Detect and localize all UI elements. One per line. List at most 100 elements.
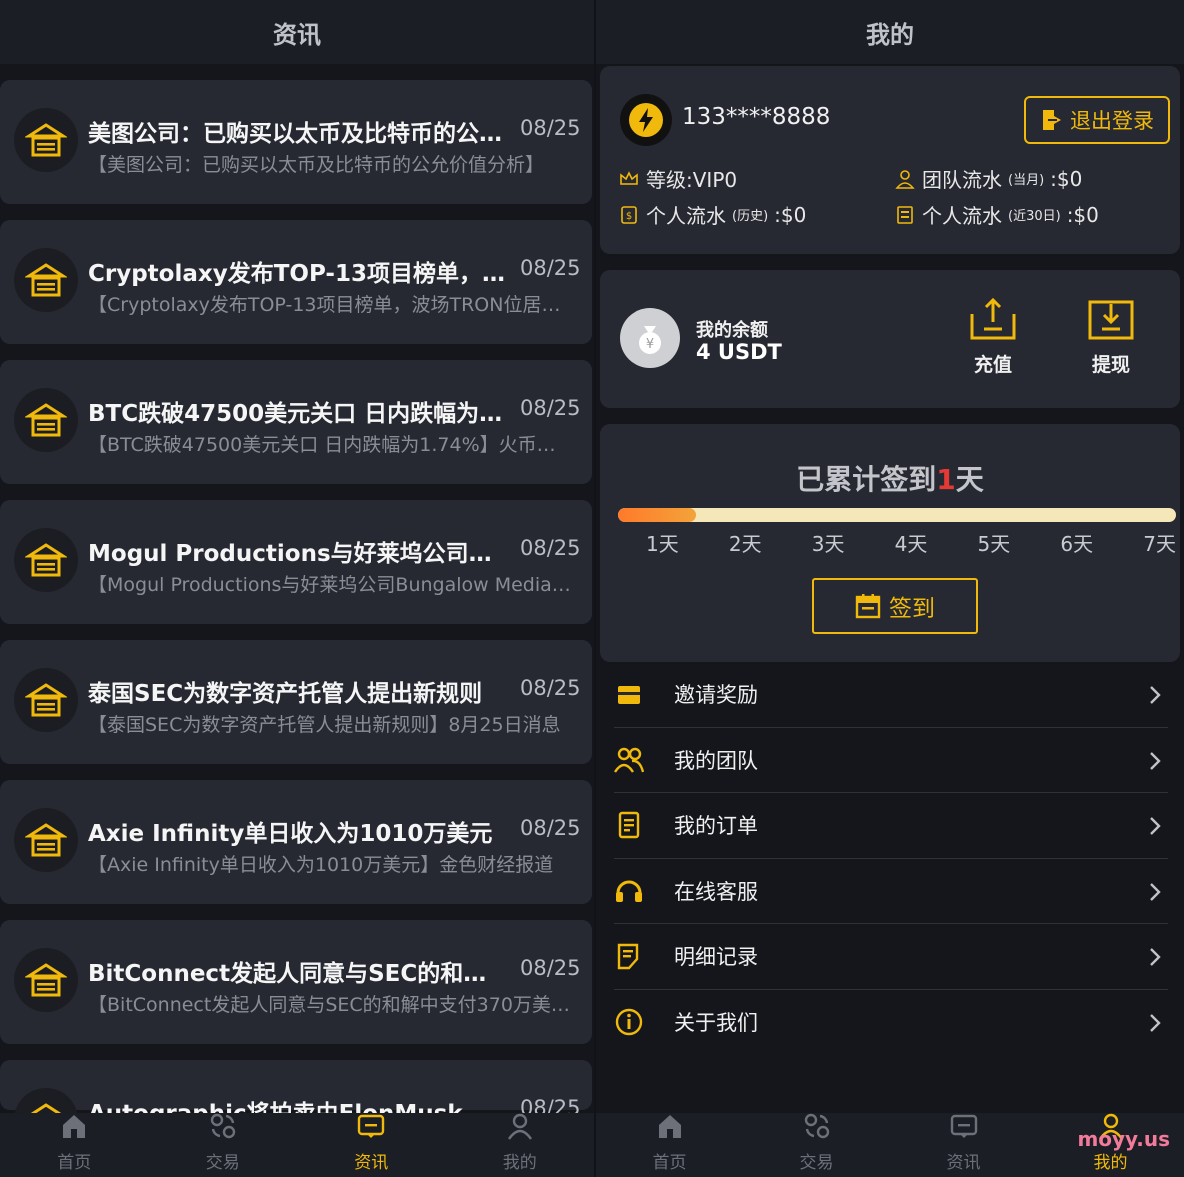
- menu-item-team[interactable]: 我的团队: [614, 728, 1168, 793]
- news-date: 08/25: [520, 256, 581, 280]
- checkin-progress-fill: [618, 508, 697, 522]
- watermark: moyy.us: [1077, 1127, 1170, 1151]
- checkin-button[interactable]: 签到: [812, 578, 978, 634]
- personal-flow-history: $ 个人流水 (历史) :$0: [618, 200, 806, 229]
- money-bag-icon: ¥: [620, 308, 680, 368]
- news-title: Axie Infinity单日收入为1010万美元: [88, 821, 493, 847]
- logout-button[interactable]: 退出登录: [1024, 96, 1170, 144]
- news-avatar-icon: [14, 248, 78, 312]
- chevron-right-icon: [1148, 946, 1162, 972]
- checkin-progress-bar: [618, 508, 1176, 522]
- news-date: 08/25: [520, 816, 581, 840]
- tab-trade[interactable]: 交易: [149, 1113, 298, 1177]
- wallet-icon: $: [621, 205, 637, 224]
- checkin-day-label: 6天: [1060, 532, 1094, 556]
- news-title: BTC跌破47500美元关口 日内跌幅为1.74%: [88, 401, 508, 427]
- menu-item-gift[interactable]: 邀请奖励: [614, 662, 1168, 728]
- news-summary: 【Axie Infinity单日收入为1010万美元】金色财经报道: [88, 854, 554, 876]
- balance-value: 4 USDT: [696, 340, 782, 364]
- trade-icon: [802, 1111, 832, 1146]
- tab-news[interactable]: 资讯: [297, 1113, 446, 1177]
- tab-home[interactable]: 首页: [0, 1113, 149, 1177]
- mine-header: 我的: [596, 0, 1184, 64]
- upload-icon: [970, 297, 1016, 340]
- download-icon: [1088, 300, 1134, 340]
- tab-label: 我的: [1093, 1153, 1128, 1173]
- tab-trade[interactable]: 交易: [743, 1113, 890, 1177]
- news-header: 资讯: [0, 0, 594, 64]
- news-avatar-icon: [14, 948, 78, 1012]
- news-date: 08/25: [520, 956, 581, 980]
- trade-icon: [208, 1111, 238, 1146]
- page-title: 资讯: [273, 20, 321, 49]
- order-icon: [614, 810, 644, 840]
- mine-screen: 我的 133****8888 退出登录 等级:VIP0 团队流水 (当月) :$…: [596, 0, 1184, 1177]
- news-summary: 【美图公司：已购买以太币及比特币的公允价值分析】: [88, 154, 545, 176]
- checkin-day-label: 2天: [728, 532, 762, 556]
- checkin-day-label: 3天: [811, 532, 845, 556]
- news-title: 美图公司：已购买以太币及比特币的公允价值: [88, 121, 508, 147]
- news-card[interactable]: BTC跌破47500美元关口 日内跌幅为1.74% 08/25 【BTC跌破4750…: [0, 360, 592, 484]
- news-screen: 资讯 美图公司：已购买以太币及比特币的公允价值 08/25 【美图公司：已购买以太币…: [0, 0, 594, 1177]
- bottom-tab-bar: 首页 交易 资讯 我的: [0, 1113, 594, 1177]
- news-card[interactable]: Cryptolaxy发布TOP-13项目榜单，波场TRON位 08/25 【Cryp…: [0, 220, 592, 344]
- menu-item-headset[interactable]: 在线客服: [614, 859, 1168, 924]
- news-avatar-icon: [14, 528, 78, 592]
- news-avatar-icon: [14, 388, 78, 452]
- news-avatar-icon: [14, 668, 78, 732]
- menu-item-label: 邀请奖励: [674, 683, 758, 708]
- menu-item-label: 我的团队: [674, 748, 758, 773]
- menu-item-label: 在线客服: [674, 879, 758, 904]
- menu-item-record[interactable]: 明细记录: [614, 924, 1168, 990]
- menu-item-info[interactable]: 关于我们: [614, 990, 1168, 1056]
- balance-label: 我的余额: [696, 320, 768, 341]
- info-icon: [614, 1007, 644, 1037]
- news-summary: 【泰国SEC为数字资产托管人提出新规则】8月25日消息: [88, 714, 561, 736]
- checkin-day-labels: 1天 2天 3天 4天 5天 6天 7天: [646, 528, 1176, 557]
- menu-item-order[interactable]: 我的订单: [614, 793, 1168, 859]
- news-card[interactable]: 美图公司：已购买以太币及比特币的公允价值 08/25 【美图公司：已购买以太币及比特…: [0, 80, 592, 204]
- menu-item-label: 关于我们: [674, 1011, 758, 1036]
- app-logo-icon: [620, 94, 672, 146]
- tab-user[interactable]: 我的: [446, 1113, 595, 1177]
- news-card[interactable]: 泰国SEC为数字资产托管人提出新规则 08/25 【泰国SEC为数字资产托管人提出新…: [0, 640, 592, 764]
- team-icon: [614, 745, 644, 775]
- checkin-count: 1: [936, 463, 956, 496]
- news-card[interactable]: Autographic将拍卖由ElonMusk签名08/25: [0, 1060, 592, 1152]
- tab-label: 资讯: [354, 1153, 389, 1173]
- menu-item-label: 我的订单: [674, 814, 758, 839]
- checkin-card: 已累计签到1天 1天 2天 3天 4天 5天 6天 7天 签到: [600, 424, 1180, 662]
- chevron-right-icon: [1148, 881, 1162, 907]
- tab-label: 交易: [799, 1153, 834, 1173]
- home-icon: [59, 1111, 89, 1146]
- deposit-button[interactable]: 充值: [958, 296, 1028, 377]
- user-icon: [505, 1111, 535, 1146]
- withdraw-button[interactable]: 提现: [1076, 296, 1146, 377]
- record-icon: [614, 941, 644, 971]
- news-card[interactable]: Axie Infinity单日收入为1010万美元 08/25 【Axie Infi…: [0, 780, 592, 904]
- news-card[interactable]: Mogul Productions与好莱坞公司Bungalow 08/25 【Mog…: [0, 500, 592, 624]
- page-title: 我的: [866, 20, 914, 49]
- checkin-day-label: 5天: [977, 532, 1011, 556]
- logout-icon: [1043, 110, 1061, 130]
- news-list: 美图公司：已购买以太币及比特币的公允价值 08/25 【美图公司：已购买以太币及比特…: [0, 80, 592, 1152]
- profile-card: 133****8888 退出登录 等级:VIP0 团队流水 (当月) :$0 $…: [600, 66, 1180, 254]
- news-avatar-icon: [14, 808, 78, 872]
- vip-level: 等级:VIP0: [618, 164, 737, 193]
- checkin-heading: 已累计签到1天: [796, 463, 984, 496]
- news-icon: [949, 1111, 979, 1146]
- news-card[interactable]: BitConnect发起人同意与SEC的和解协议 08/25 【BitConnect…: [0, 920, 592, 1044]
- svg-text:¥: ¥: [646, 337, 654, 352]
- tab-news[interactable]: 资讯: [890, 1113, 1037, 1177]
- chevron-right-icon: [1148, 750, 1162, 776]
- checkin-day-label: 7天: [1143, 532, 1176, 556]
- user-phone: 133****8888: [682, 104, 831, 130]
- home-icon: [655, 1111, 685, 1146]
- tab-label: 首页: [57, 1153, 92, 1173]
- tab-home[interactable]: 首页: [596, 1113, 743, 1177]
- chevron-right-icon: [1148, 684, 1162, 710]
- tab-label: 交易: [205, 1153, 240, 1173]
- gift-icon: [614, 679, 644, 709]
- chevron-right-icon: [1148, 815, 1162, 841]
- checkin-day-label: 1天: [646, 532, 679, 556]
